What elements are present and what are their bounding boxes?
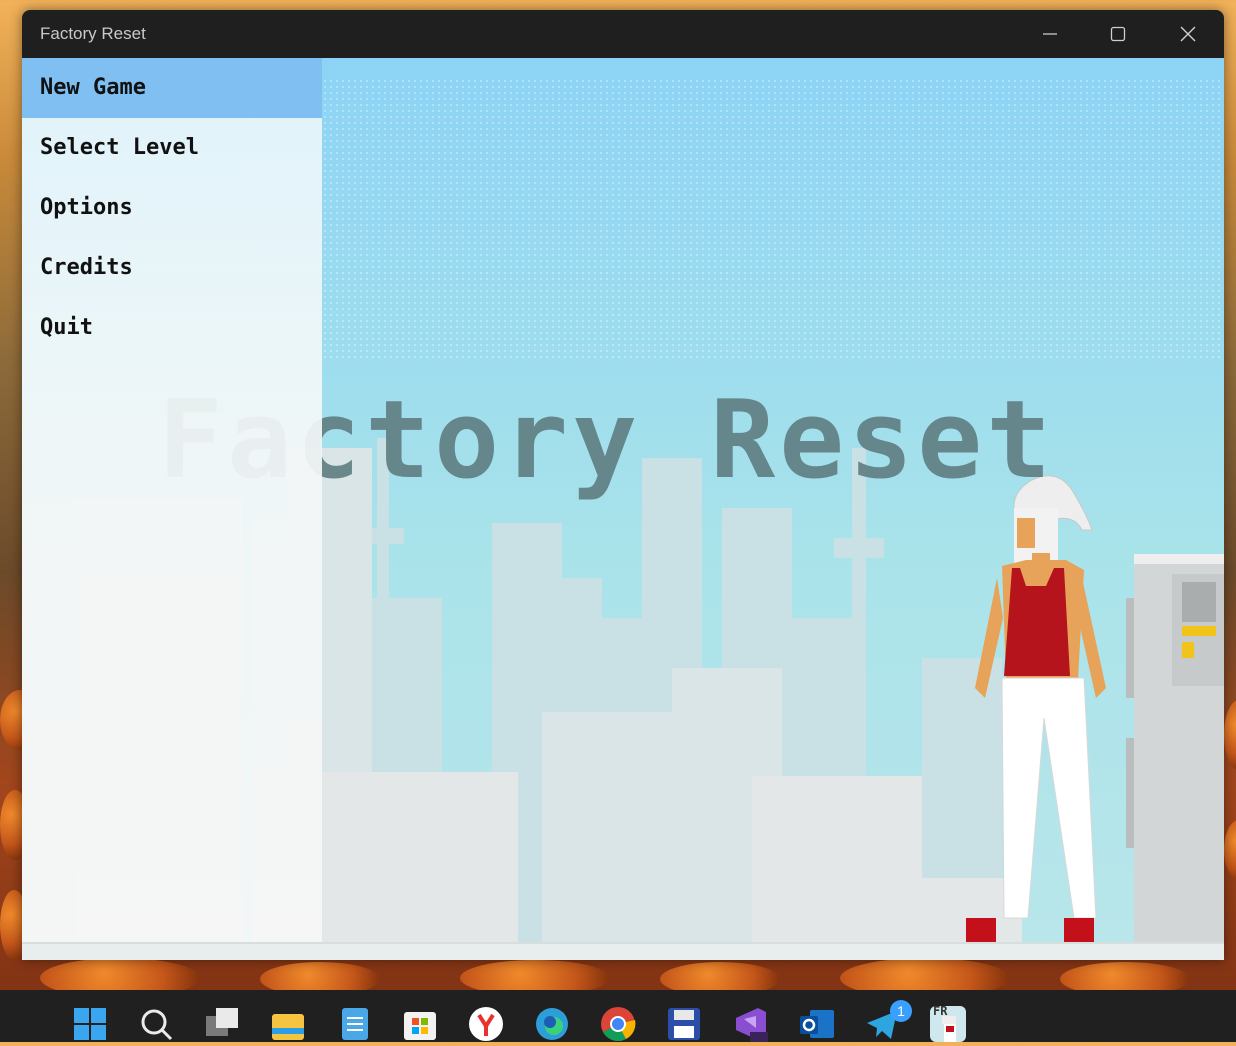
edge-icon[interactable]	[534, 1006, 570, 1042]
ground-floor	[22, 942, 1224, 960]
game-canvas[interactable]: Factory Reset New Game Select Level Opti…	[22, 58, 1224, 960]
task-view-icon[interactable]	[204, 1006, 240, 1042]
fr-icon-label: FR	[933, 1004, 948, 1018]
menu-item-credits[interactable]: Credits	[22, 238, 322, 298]
maximize-icon	[1110, 26, 1126, 42]
chrome-icon[interactable]	[600, 1006, 636, 1042]
main-menu: New Game Select Level Options Credits Qu…	[22, 58, 322, 960]
telegram-unread-badge: 1	[890, 1000, 912, 1022]
close-icon	[1180, 26, 1196, 42]
factory-reset-app-icon[interactable]: FR	[930, 1004, 966, 1042]
search-icon[interactable]	[138, 1006, 174, 1042]
visual-studio-preview-icon[interactable]	[732, 1006, 768, 1042]
machine-panel	[1126, 554, 1224, 960]
file-explorer-icon[interactable]	[270, 1006, 306, 1042]
game-window: Factory Reset Factory Reset New Game Sel…	[22, 10, 1224, 960]
save-disk-icon[interactable]	[666, 1006, 702, 1042]
menu-item-options[interactable]: Options	[22, 178, 322, 238]
title-bar[interactable]: Factory Reset	[22, 10, 1224, 58]
menu-item-select-level[interactable]: Select Level	[22, 118, 322, 178]
notepad-icon[interactable]	[336, 1006, 372, 1042]
window-title: Factory Reset	[40, 24, 146, 43]
store-icon[interactable]	[402, 1006, 438, 1042]
outlook-icon[interactable]	[798, 1006, 834, 1042]
menu-item-quit[interactable]: Quit	[22, 298, 322, 358]
minimize-icon	[1043, 33, 1057, 35]
menu-item-new-game[interactable]: New Game	[22, 58, 322, 118]
minimize-button[interactable]	[1016, 10, 1084, 58]
close-button[interactable]	[1154, 10, 1222, 58]
start-icon[interactable]	[72, 1006, 108, 1042]
maximize-button[interactable]	[1084, 10, 1152, 58]
yandex-browser-icon[interactable]	[468, 1006, 504, 1042]
taskbar: FR	[0, 990, 1236, 1042]
